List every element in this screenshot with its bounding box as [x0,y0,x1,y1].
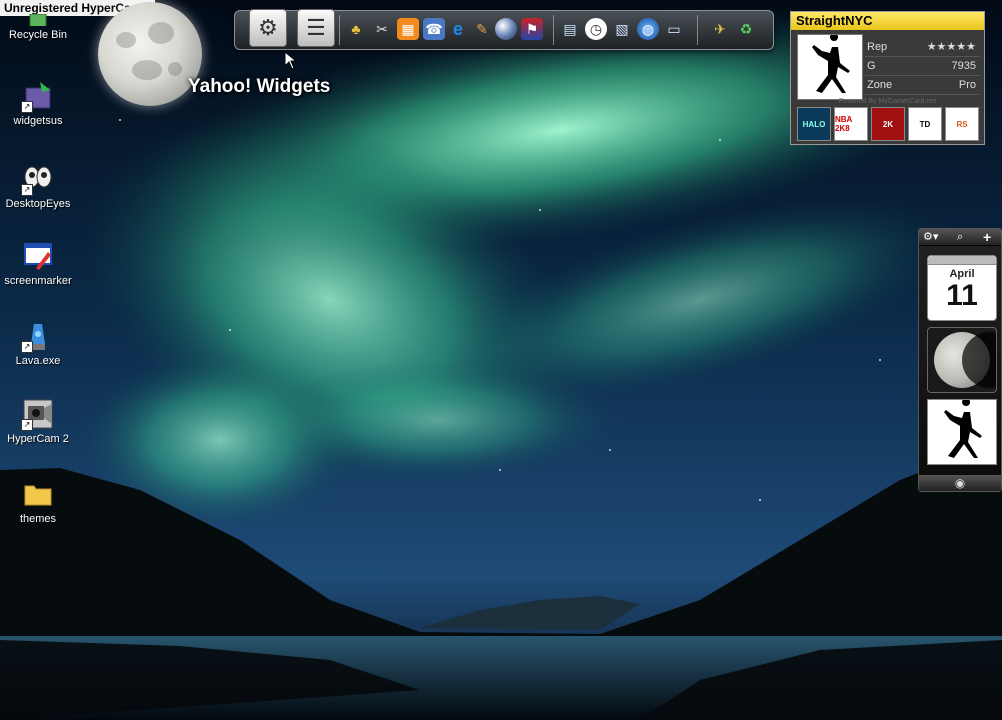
widgetsus-shortcut[interactable]: ↗ widgetsus [0,80,76,127]
row-key: Rep [867,41,888,53]
widget-dock: ⚙ ☰ ♣ ✂ ▦ ☎ e ✎ ⚑ ▤ ◷ ▧ ◍ ▭ ✈ ♻ [234,9,774,50]
shortcut-arrow-icon: ↗ [21,419,33,431]
jumpman-widget[interactable] [927,398,997,465]
clock-icon[interactable]: ◷ [585,18,607,40]
eyes-icon: ↗ [21,163,54,196]
gamercard-widget[interactable]: StraightNYC Rep ★★★★★ G 7935 Zone Pro Po… [790,11,985,145]
brush-icon[interactable]: ✎ [471,18,493,40]
notepad-widget-icon[interactable]: ☰ [297,9,335,47]
orb-icon[interactable] [495,18,517,40]
dock-separator [339,15,340,45]
recent-games: HALO NBA 2K8 2K TD RS [795,107,981,141]
shortcut-arrow-icon: ↗ [21,341,33,353]
desktop-icon-label: DesktopEyes [5,198,71,210]
widget-sidebar: ⚙▾ ⌕ + April 11 ◉ [918,228,1002,492]
row-key: G [867,60,876,72]
sidebar-bottom-button[interactable]: ◉ [919,475,1001,491]
game-tile[interactable]: 2K [871,107,905,141]
game-tile[interactable]: NBA 2K8 [834,107,868,141]
calendar-widget[interactable]: April 11 [927,255,997,321]
gamerscore-value: 7935 [951,60,976,72]
calendar-day: 11 [946,279,978,312]
desktop-icon-label: widgetsus [13,115,63,127]
moon-phase-widget[interactable] [927,327,997,393]
widgetsus-icon: ↗ [21,80,54,113]
gamertag: StraightNYC [791,12,984,30]
lava-lamp-icon: ↗ [21,320,54,353]
rep-stars: ★★★★★ [926,41,976,53]
search-icon[interactable]: ⌕ [957,229,963,245]
shortcut-arrow-icon: ↗ [21,184,33,196]
shortcut-arrow-icon: ↗ [21,101,33,113]
game-tile[interactable]: TD [908,107,942,141]
desktop-icon-label: HyperCam 2 [7,433,69,445]
desktop-icon-label: screenmarker [4,275,72,287]
flag-icon[interactable]: ⚑ [521,18,543,40]
internet-explorer-icon[interactable]: e [447,18,469,40]
gamerscore-row: G 7935 [865,57,980,76]
phone-icon[interactable]: ☎ [423,18,445,40]
zone-row: Zone Pro [865,76,980,95]
moon-widget-large[interactable] [98,2,202,106]
zone-value: Pro [958,79,976,91]
mouse-cursor-icon [285,52,297,70]
photo-album-icon[interactable]: ▧ [611,18,633,40]
folder-icon[interactable]: ▭ [663,18,685,40]
wrench-icon[interactable]: ✈ [709,18,731,40]
dock-separator [553,15,554,45]
recycle-bin-icon [22,14,54,26]
powered-by-text: Powered By MyGamerCard.net [838,98,937,105]
hypercam-shortcut[interactable]: ↗ HyperCam 2 [0,398,76,445]
yahoo-widgets-title: Yahoo! Widgets [188,76,331,97]
rep-row: Rep ★★★★★ [865,38,980,57]
folder-icon [22,478,54,510]
themes-folder[interactable]: themes [0,478,76,525]
desktop-icon-label: themes [19,513,57,525]
desktop-icon-label: Lava.exe [15,355,61,367]
desktop-icon-label: Recycle Bin [8,29,68,41]
row-key: Zone [867,79,893,91]
sidebar-toolbar: ⚙▾ ⌕ + [919,229,1001,246]
recycle-bin-shortcut[interactable]: Recycle Bin [0,14,76,41]
jumpman-logo-icon [797,33,863,100]
calendar-rings [928,256,996,265]
game-tile[interactable]: RS [945,107,979,141]
tools-icon[interactable]: ✂ [371,18,393,40]
eye-icon: ◉ [954,476,966,490]
globe-icon[interactable]: ◍ [637,18,659,40]
gear-icon[interactable]: ⚙▾ [923,229,938,245]
jumpman-logo-icon [944,398,982,458]
add-icon[interactable]: + [983,229,991,245]
screenmarker-shortcut[interactable]: screenmarker [0,240,76,287]
pineapple-icon[interactable]: ♣ [345,18,367,40]
widget-settings-icon[interactable]: ⚙ [249,9,287,47]
calculator-icon[interactable]: ▦ [397,18,419,40]
hypercam-icon: ↗ [21,398,54,431]
lava-shortcut[interactable]: ↗ Lava.exe [0,320,76,367]
dock-separator [697,15,698,45]
desktopeyes-shortcut[interactable]: ↗ DesktopEyes [0,163,76,210]
folder-stack-icon[interactable]: ▤ [559,18,581,40]
screenmarker-icon [22,240,54,272]
recycle-widget-icon[interactable]: ♻ [735,18,757,40]
game-tile[interactable]: HALO [797,107,831,141]
